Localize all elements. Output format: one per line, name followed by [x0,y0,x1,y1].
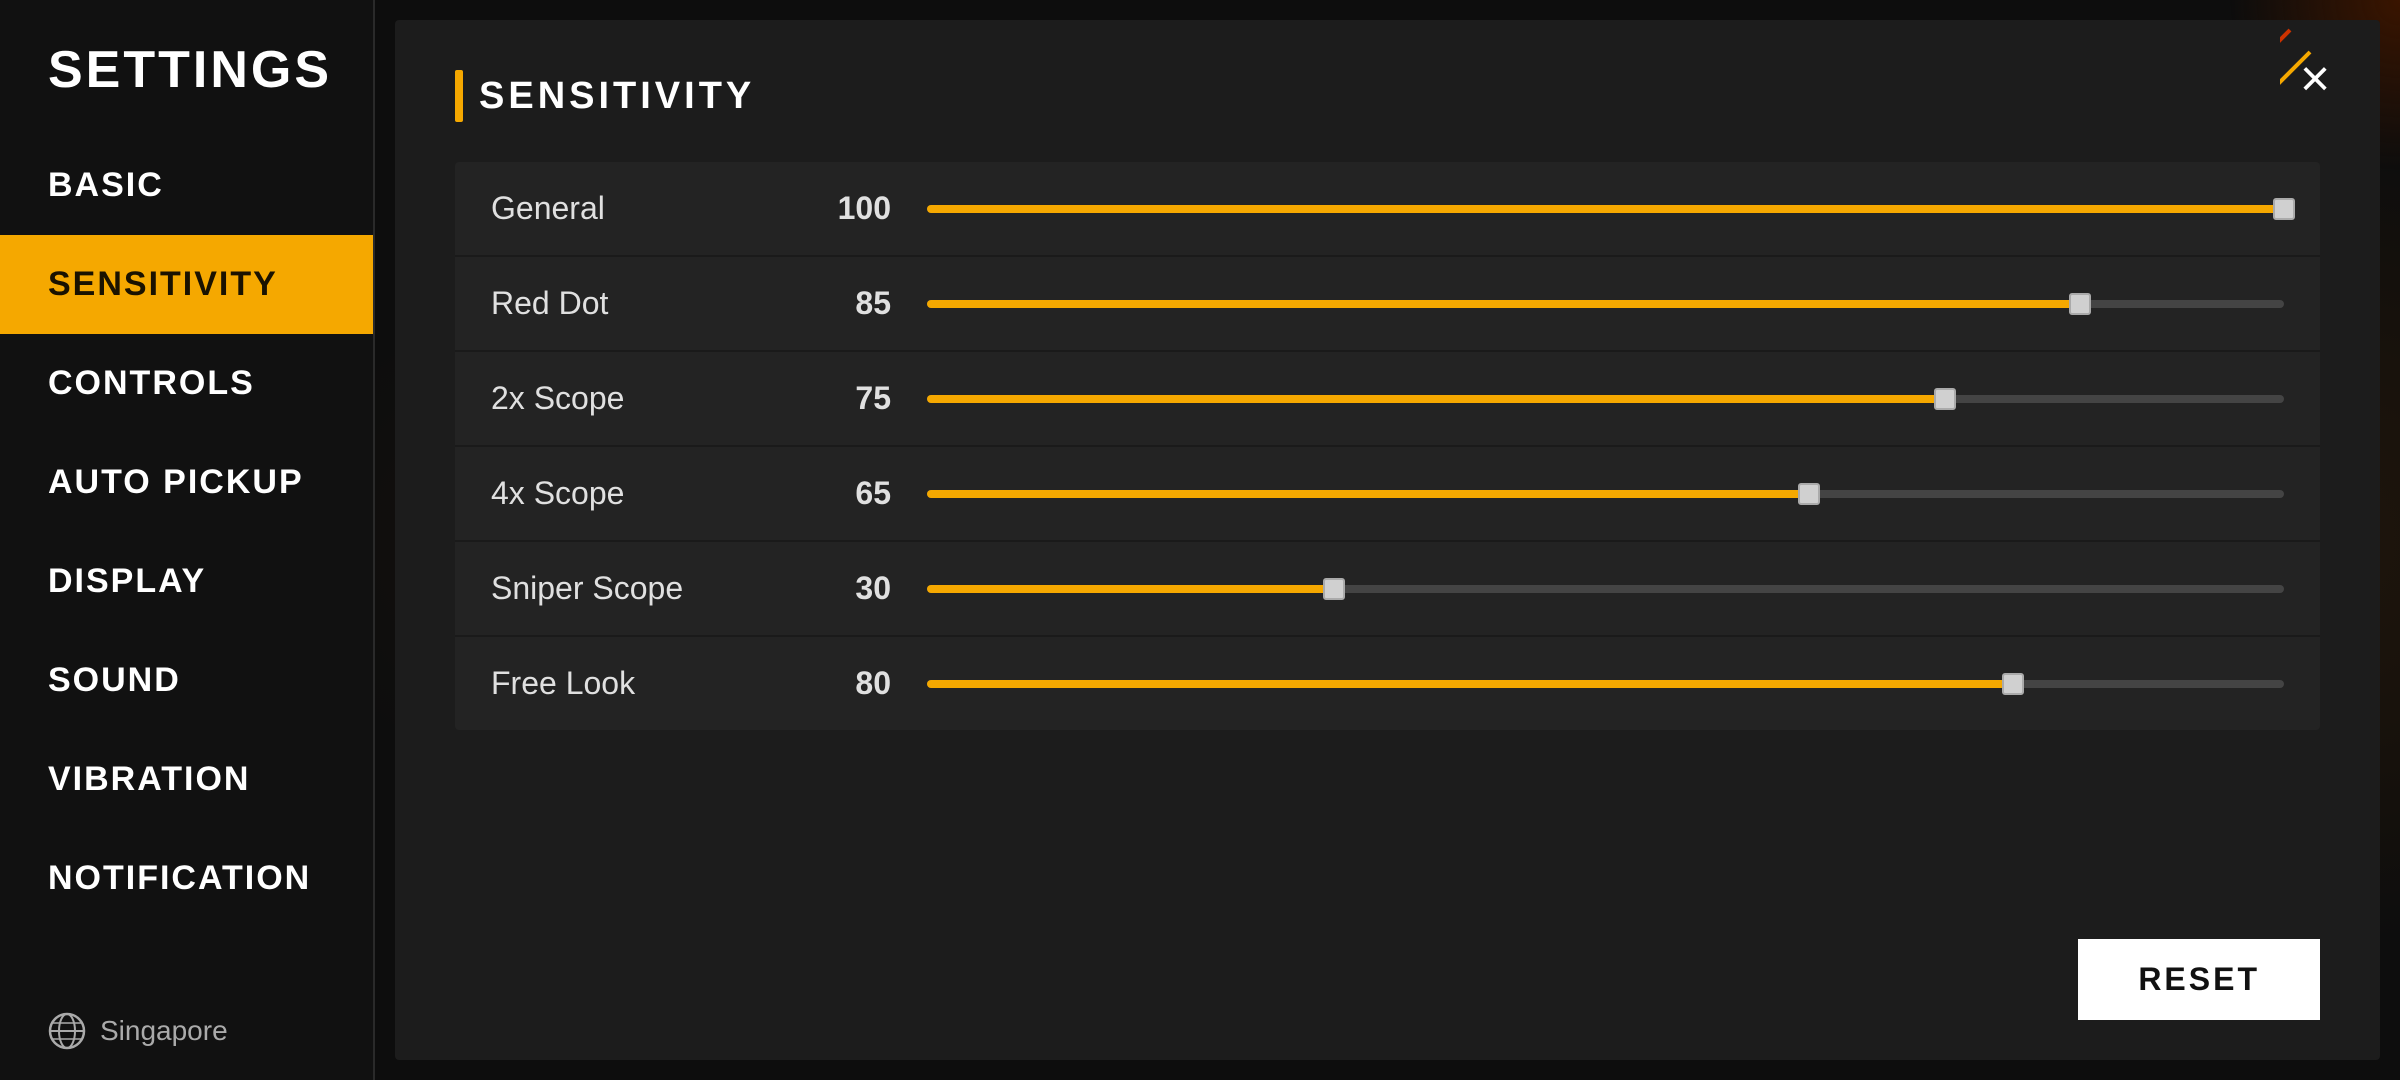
section-title: SENSITIVITY [479,75,755,118]
section-accent-bar [455,70,463,122]
sidebar-item-sensitivity[interactable]: SENSITIVITY [0,235,373,334]
slider-thumb[interactable] [2069,293,2091,315]
slider-value: 100 [811,190,891,227]
slider-value: 80 [811,665,891,702]
app-title: SETTINGS [0,0,373,136]
slider-thumb[interactable] [2002,673,2024,695]
sidebar-item-sound[interactable]: SOUND [0,631,373,730]
slider-label: Sniper Scope [491,570,811,607]
slider-track-fill [927,395,1945,403]
slider-label: 2x Scope [491,380,811,417]
sidebar-item-controls[interactable]: CONTROLS [0,334,373,433]
slider-value: 30 [811,570,891,607]
slider-track-container[interactable] [927,487,2284,501]
slider-track-container[interactable] [927,392,2284,406]
slider-track-fill [927,490,1809,498]
slider-track-container[interactable] [927,677,2284,691]
sidebar-item-notification[interactable]: NOTIFICATION [0,829,373,928]
reset-button[interactable]: RESET [2078,939,2320,1020]
slider-row: General100 [455,162,2320,257]
slider-value: 85 [811,285,891,322]
slider-thumb[interactable] [2273,198,2295,220]
slider-track-container[interactable] [927,582,2284,596]
region-label: Singapore [100,1015,228,1047]
sidebar: SETTINGS BASICSENSITIVITYCONTROLSAUTO PI… [0,0,375,1080]
slider-thumb[interactable] [1934,388,1956,410]
slider-row: 2x Scope75 [455,352,2320,447]
slider-label: Red Dot [491,285,811,322]
slider-track-fill [927,585,1334,593]
close-button[interactable]: × [2280,44,2350,114]
slider-track-container[interactable] [927,297,2284,311]
slider-label: General [491,190,811,227]
slider-track-container[interactable] [927,202,2284,216]
slider-track-fill [927,680,2013,688]
sidebar-item-vibration[interactable]: VIBRATION [0,730,373,829]
slider-row: Sniper Scope30 [455,542,2320,637]
section-header: SENSITIVITY [455,70,2320,122]
slider-list: General100Red Dot852x Scope754x Scope65S… [455,162,2320,730]
slider-label: Free Look [491,665,811,702]
sidebar-item-display[interactable]: DISPLAY [0,532,373,631]
slider-value: 75 [811,380,891,417]
slider-thumb[interactable] [1323,578,1345,600]
sidebar-item-auto-pickup[interactable]: AUTO PICKUP [0,433,373,532]
slider-label: 4x Scope [491,475,811,512]
globe-icon [48,1012,86,1050]
slider-row: Free Look80 [455,637,2320,730]
close-icon: × [2300,53,2330,105]
sidebar-footer: Singapore [0,982,373,1080]
main-content: × SENSITIVITY General100Red Dot852x Scop… [395,20,2380,1060]
sidebar-item-basic[interactable]: BASIC [0,136,373,235]
nav-list: BASICSENSITIVITYCONTROLSAUTO PICKUPDISPL… [0,136,373,928]
slider-row: Red Dot85 [455,257,2320,352]
slider-value: 65 [811,475,891,512]
slider-track-fill [927,205,2284,213]
slider-thumb[interactable] [1798,483,1820,505]
slider-row: 4x Scope65 [455,447,2320,542]
slider-track-fill [927,300,2080,308]
